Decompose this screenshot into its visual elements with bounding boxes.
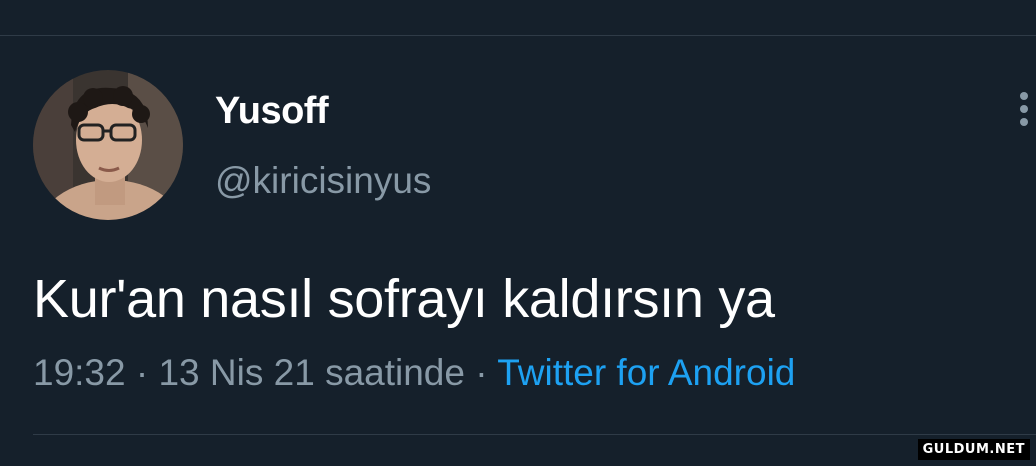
top-divider: [0, 35, 1036, 36]
display-name[interactable]: Yusoff: [215, 90, 329, 133]
tweet-detail-view: Yusoff @kiricisinyus Kur'an nasıl sofray…: [0, 0, 1036, 466]
bottom-divider: [33, 434, 1036, 435]
avatar[interactable]: [33, 70, 183, 220]
tweet-source-link[interactable]: Twitter for Android: [497, 352, 795, 393]
tweet-time[interactable]: 19:32: [33, 352, 126, 393]
avatar-image: [33, 70, 183, 220]
more-vertical-icon[interactable]: [1012, 92, 1036, 136]
meta-separator: ·: [464, 352, 498, 393]
tweet-text: Kur'an nasıl sofrayı kaldırsın ya: [33, 269, 775, 329]
watermark: GULDUM.NET: [917, 439, 1030, 460]
meta-separator: ·: [125, 352, 159, 393]
tweet-metadata: 19:32 · 13 Nis 21 saatinde · Twitter for…: [33, 352, 795, 394]
user-handle[interactable]: @kiricisinyus: [215, 160, 431, 202]
tweet-date[interactable]: 13 Nis 21 saatinde: [158, 352, 464, 393]
